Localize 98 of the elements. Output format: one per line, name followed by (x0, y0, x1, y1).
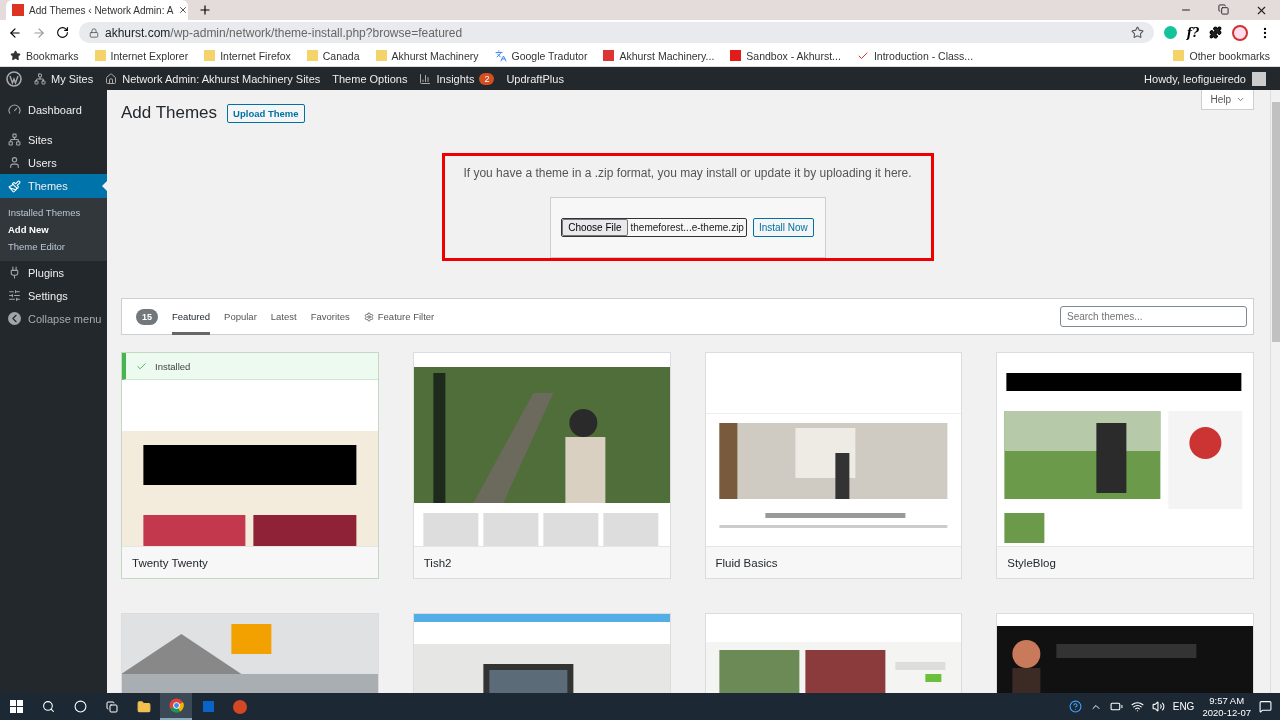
network-icon (8, 133, 21, 146)
address-bar[interactable]: akhurst.com/wp-admin/network/theme-install.php?browse=featured (79, 22, 1154, 43)
bookmark[interactable]: Google Tradutor (494, 49, 588, 62)
feature-filter-link[interactable]: Feature Filter (363, 311, 435, 322)
bookmark[interactable]: Internet Explorer (94, 49, 189, 62)
new-tab-icon[interactable] (198, 3, 212, 17)
home-icon (105, 72, 118, 85)
upload-theme-button[interactable]: Upload Theme (227, 103, 305, 123)
sidebar-item[interactable]: Plugins (0, 261, 107, 284)
bookmark[interactable]: Bookmarks (10, 49, 79, 62)
network-icon (34, 72, 46, 85)
site-icon (730, 50, 742, 61)
windows-logo-icon (9, 700, 23, 713)
lock-icon (89, 27, 99, 38)
profile-icon[interactable] (1232, 24, 1248, 41)
notifications-icon[interactable] (1259, 700, 1272, 713)
volume-icon[interactable] (1151, 700, 1165, 713)
clock[interactable]: 9:57 AM 2020-12-07 (1202, 694, 1251, 719)
theme-count: 15 (136, 308, 158, 325)
folder-icon (306, 50, 318, 61)
plug-icon (8, 266, 21, 279)
submenu-item[interactable]: Theme Editor (0, 238, 107, 255)
back-icon[interactable] (8, 25, 22, 40)
help-button[interactable]: Help (1201, 90, 1254, 110)
gear-icon (363, 311, 374, 322)
bookmark[interactable]: Akhurst Machinery... (603, 49, 715, 62)
filter-tab[interactable]: Featured (172, 298, 211, 335)
sidebar-item[interactable]: Users (0, 151, 107, 174)
language-indicator[interactable]: ENG (1172, 701, 1195, 712)
filter-tab[interactable]: Latest (270, 298, 297, 335)
search-field[interactable]: Search themes... (1060, 306, 1247, 327)
reload-icon[interactable] (56, 26, 69, 39)
theme-name: Fluid Basics (715, 556, 778, 569)
install-now-button[interactable]: Install Now (752, 218, 814, 237)
theme-card[interactable]: Installed Twenty Twenty (121, 352, 379, 579)
gauge-icon (8, 103, 21, 116)
site-icon (603, 50, 615, 61)
theme-name: StyleBlog (1007, 556, 1056, 569)
caret-icon (1236, 95, 1245, 104)
upload-instructions: If you have a theme in a .zip format, you may install or update it by uploading it here. (463, 166, 912, 180)
chrome-icon[interactable] (160, 693, 192, 720)
file-name: themeforest...e-theme.zip (630, 222, 744, 233)
check-icon (136, 360, 147, 372)
scrollbar-thumb[interactable] (1271, 102, 1280, 342)
paintbrush-icon (8, 179, 21, 193)
sidebar-item[interactable]: Sites (0, 128, 107, 151)
admin-bar-link[interactable]: Theme Options (332, 72, 408, 85)
sidebar-item[interactable]: Dashboard (0, 98, 107, 121)
choose-file-button[interactable]: Choose File (562, 219, 628, 236)
installed-label: Installed (155, 360, 191, 372)
user-icon (8, 156, 21, 169)
collapse-icon (8, 312, 21, 325)
bookmark[interactable]: Internet Firefox (204, 49, 291, 62)
forward-icon[interactable] (32, 25, 46, 40)
battery-icon[interactable] (1109, 700, 1123, 713)
bookmark-star-icon[interactable] (1130, 26, 1144, 39)
count-badge: 2 (479, 72, 495, 85)
close-icon[interactable] (178, 5, 189, 15)
submenu-item[interactable]: Add New (0, 221, 107, 238)
admin-bar-link[interactable]: Insights 2 (419, 72, 495, 85)
theme-card[interactable]: Fluid Basics (704, 352, 963, 579)
admin-bar-link[interactable]: UpdraftPlus (506, 72, 564, 85)
admin-bar-link[interactable]: My Sites (34, 72, 94, 85)
theme-name: Twenty Twenty (132, 556, 208, 569)
wordpress-logo-icon[interactable] (6, 70, 22, 87)
filter-tab[interactable]: Popular (224, 298, 257, 335)
folder-icon (204, 50, 216, 61)
file-input[interactable]: Choose File themeforest...e-theme.zip (561, 218, 747, 237)
theme-card[interactable]: StyleBlog (996, 352, 1254, 579)
sidebar-item[interactable]: Themes (0, 174, 107, 198)
settings-icon (8, 289, 21, 302)
wifi-icon[interactable] (1130, 700, 1144, 713)
account-link[interactable]: Howdy, leofigueiredo (1144, 71, 1280, 86)
avatar-icon (1252, 71, 1266, 86)
bookmark[interactable]: Sandbox - Akhurst... (730, 49, 841, 62)
admin-bar-link[interactable]: Network Admin: Akhurst Machinery Sites (105, 72, 321, 85)
star-icon (10, 50, 21, 61)
sidebar-item[interactable]: Settings (0, 284, 107, 307)
restore-icon[interactable] (1218, 3, 1229, 15)
help-icon[interactable] (1068, 700, 1082, 713)
site-icon (12, 4, 24, 16)
browser-tab[interactable]: Add Themes ‹ Network Admin: A (6, 0, 188, 20)
theme-card[interactable]: Tish2 (412, 352, 671, 579)
translate-icon (494, 49, 507, 62)
bookmark[interactable]: Akhurst Machinery (375, 49, 479, 62)
folder-icon (375, 50, 387, 61)
submenu-item[interactable]: Installed Themes (0, 204, 107, 221)
filter-tab[interactable]: Favorites (310, 298, 350, 335)
extension-icon[interactable]: f? (1186, 25, 1199, 40)
page-title: Add Themes (121, 103, 218, 123)
collapse-menu-button[interactable]: Collapse menu (0, 307, 107, 330)
puzzle-icon[interactable] (1209, 26, 1222, 39)
folder-icon (94, 50, 106, 61)
theme-name: Tish2 (423, 556, 452, 569)
bookmark[interactable]: Other bookmarks (1173, 49, 1270, 62)
bookmark[interactable]: Canada (306, 49, 360, 62)
bookmark[interactable]: Introduction - Class... (856, 49, 974, 62)
bar-chart-icon (419, 72, 432, 85)
